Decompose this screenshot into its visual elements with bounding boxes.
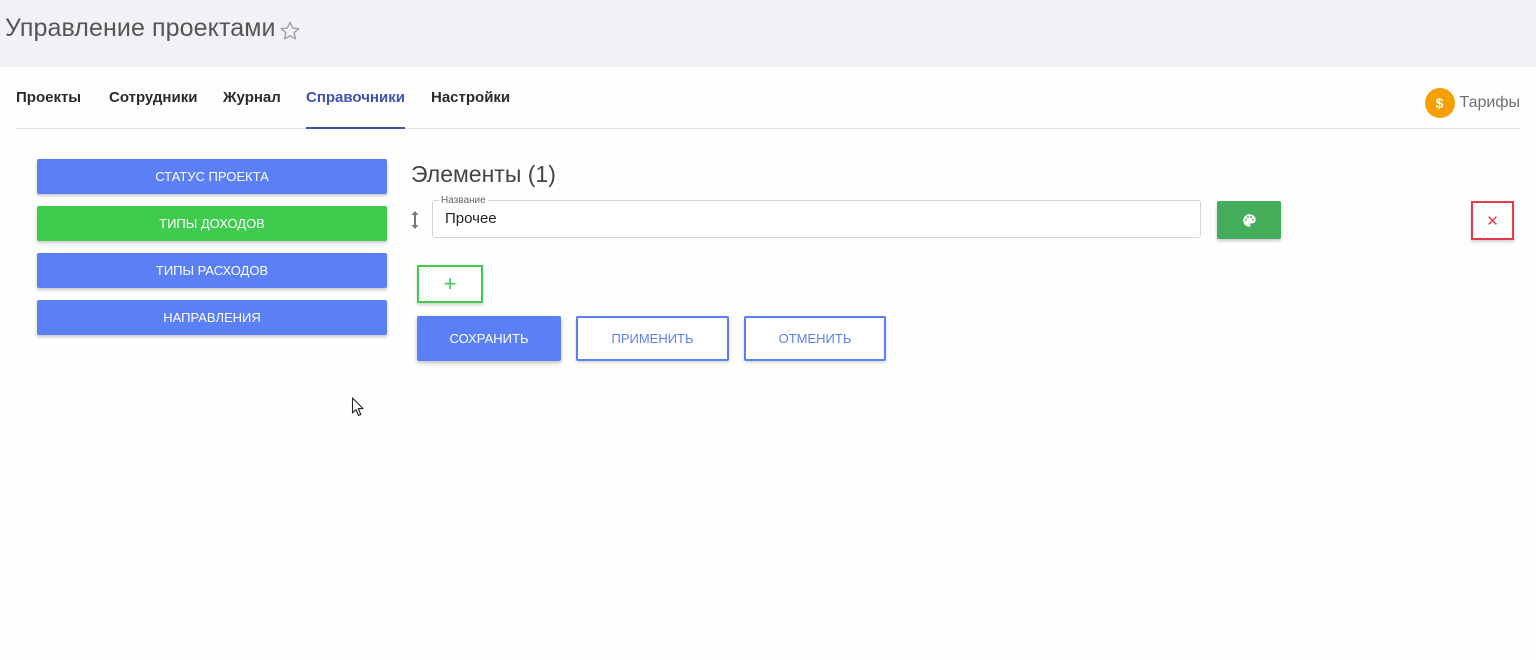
apply-button[interactable]: Применить bbox=[576, 316, 729, 361]
main-nav: Проекты Сотрудники Журнал Справочники На… bbox=[16, 68, 1520, 129]
drag-handle-icon[interactable] bbox=[409, 210, 421, 230]
tab-projects[interactable]: Проекты bbox=[16, 68, 81, 129]
tab-settings[interactable]: Настройки bbox=[431, 68, 510, 129]
palette-icon bbox=[1242, 213, 1256, 227]
close-icon: ✕ bbox=[1486, 212, 1499, 230]
sidebar-item-directions[interactable]: Направления bbox=[37, 300, 387, 335]
sidebar-item-project-status[interactable]: Статус проекта bbox=[37, 159, 387, 194]
save-button[interactable]: Сохранить bbox=[417, 316, 561, 361]
app-header: Управление проектами bbox=[0, 0, 1536, 67]
tariffs-link[interactable]: $ Тарифы bbox=[1424, 88, 1520, 118]
dollar-icon: $ bbox=[1424, 88, 1455, 118]
star-outline-icon[interactable] bbox=[279, 20, 301, 42]
cancel-button[interactable]: Отменить bbox=[744, 316, 886, 361]
elements-title: Элементы (1) bbox=[411, 161, 556, 187]
delete-element-button[interactable]: ✕ bbox=[1471, 201, 1514, 240]
tab-employees[interactable]: Сотрудники bbox=[109, 68, 197, 129]
tab-journal[interactable]: Журнал bbox=[223, 68, 281, 129]
sidebar-item-income-types[interactable]: Типы доходов bbox=[37, 206, 387, 241]
plus-icon: + bbox=[443, 271, 457, 296]
element-name-input[interactable] bbox=[445, 210, 1185, 227]
color-picker-button[interactable] bbox=[1217, 201, 1281, 239]
field-label: Название bbox=[439, 195, 488, 206]
add-element-button[interactable]: + bbox=[417, 265, 483, 303]
sidebar-item-expense-types[interactable]: Типы расходов bbox=[37, 253, 387, 288]
tab-dictionaries[interactable]: Справочники bbox=[306, 68, 405, 129]
element-name-field: Название bbox=[432, 195, 1201, 238]
mouse-cursor-icon bbox=[351, 397, 364, 417]
tariffs-label: Тарифы bbox=[1459, 94, 1520, 111]
page-title: Управление проектами bbox=[5, 14, 276, 42]
